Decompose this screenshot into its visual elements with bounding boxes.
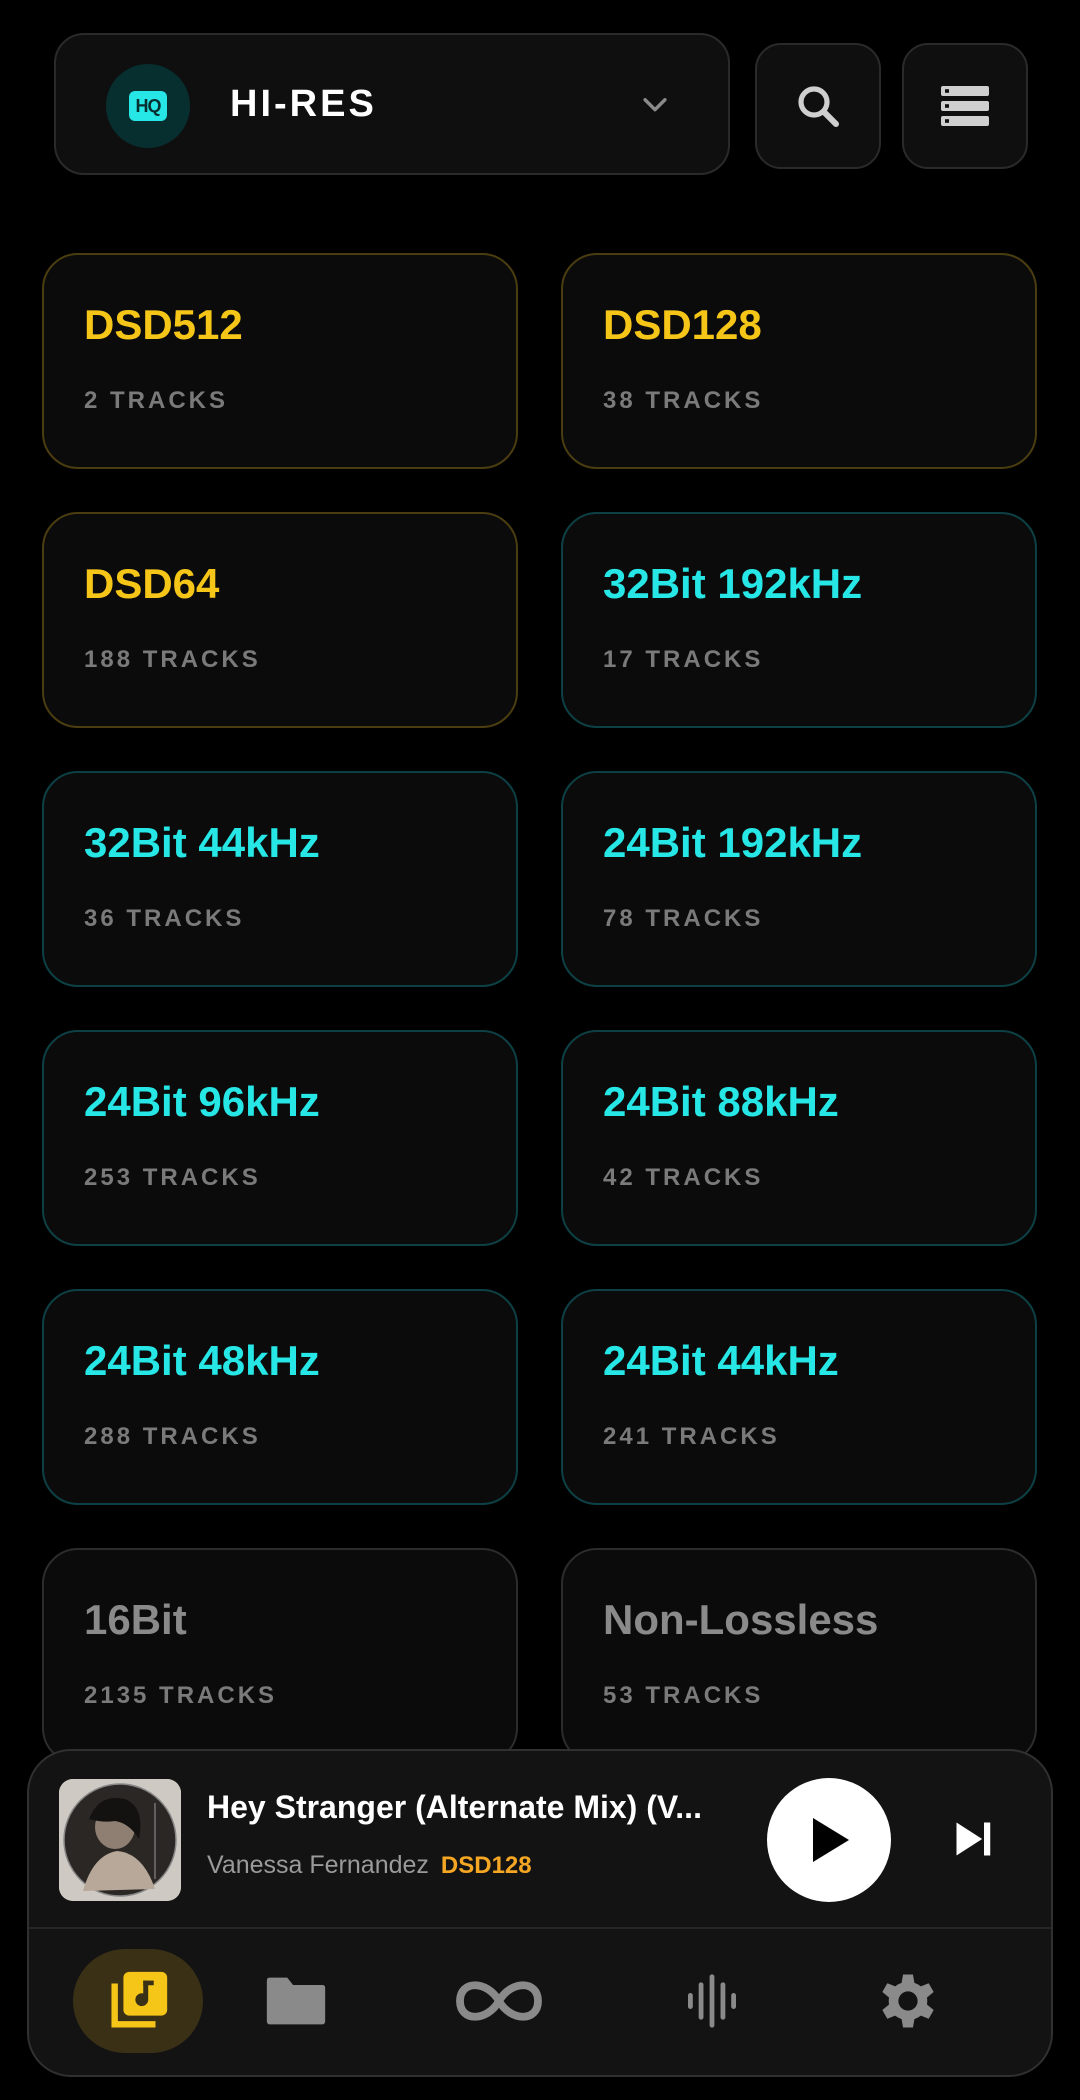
- category-tile-24bit-44khz[interactable]: 24Bit 44kHz 241 TRACKS: [561, 1289, 1037, 1505]
- tile-track-count: 2135 TRACKS: [84, 1682, 278, 1709]
- settings-icon: [882, 1974, 934, 2028]
- tile-title: 16Bit: [84, 1596, 187, 1643]
- top-bar: HQ HI-RES: [0, 0, 1080, 200]
- track-title: Hey Stranger (Alternate Mix) (V...: [207, 1789, 702, 1825]
- category-tile-dsd64[interactable]: DSD64 188 TRACKS: [42, 512, 518, 728]
- nav-playlists[interactable]: [434, 1949, 564, 2053]
- mini-player: Hey Stranger (Alternate Mix) (V... Vanes…: [27, 1749, 1053, 2077]
- category-tile-16bit[interactable]: 16Bit 2135 TRACKS: [42, 1548, 518, 1764]
- hq-badge: HQ: [106, 64, 190, 148]
- tile-track-count: 241 TRACKS: [603, 1423, 780, 1450]
- hq-icon: HQ: [129, 91, 167, 121]
- nav-settings[interactable]: [843, 1949, 973, 2053]
- category-tile-24bit-192khz[interactable]: 24Bit 192kHz 78 TRACKS: [561, 771, 1037, 987]
- chevron-down-icon: [643, 98, 667, 112]
- library-icon: [111, 1971, 168, 2028]
- now-playing-bar[interactable]: Hey Stranger (Alternate Mix) (V... Vanes…: [29, 1751, 1051, 1927]
- format-badge: DSD128: [440, 1852, 532, 1879]
- view-mode-button[interactable]: [902, 43, 1028, 169]
- album-art-image: [59, 1779, 181, 1901]
- bottom-nav: [29, 1929, 1051, 2075]
- tile-title: DSD64: [84, 560, 220, 607]
- tile-title: DSD128: [603, 301, 762, 348]
- tile-track-count: 53 TRACKS: [603, 1682, 764, 1709]
- tile-title: DSD512: [84, 301, 243, 348]
- track-meta: Vanessa Fernandez DSD128: [207, 1851, 532, 1880]
- folder-icon: [266, 1977, 326, 2025]
- tile-track-count: 253 TRACKS: [84, 1164, 261, 1191]
- infinity-icon: [456, 1981, 542, 2021]
- list-view-icon: [941, 86, 989, 126]
- selector-title: HI-RES: [230, 83, 377, 125]
- next-track-button[interactable]: [945, 1811, 1001, 1867]
- tile-track-count: 188 TRACKS: [84, 646, 261, 673]
- category-tile-24bit-48khz[interactable]: 24Bit 48kHz 288 TRACKS: [42, 1289, 518, 1505]
- tile-track-count: 42 TRACKS: [603, 1164, 764, 1191]
- tile-title: Non-Lossless: [603, 1596, 879, 1643]
- search-icon: [798, 86, 839, 127]
- category-tile-24bit-88khz[interactable]: 24Bit 88kHz 42 TRACKS: [561, 1030, 1037, 1246]
- album-art: [59, 1779, 181, 1901]
- tile-title: 24Bit 88kHz: [603, 1078, 839, 1125]
- tile-title: 32Bit 192kHz: [603, 560, 863, 607]
- play-button[interactable]: [767, 1778, 891, 1902]
- tile-track-count: 288 TRACKS: [84, 1423, 261, 1450]
- tile-title: 24Bit 192kHz: [603, 819, 863, 866]
- tile-track-count: 17 TRACKS: [603, 646, 764, 673]
- tile-track-count: 2 TRACKS: [84, 387, 229, 414]
- tile-title: 32Bit 44kHz: [84, 819, 320, 866]
- nav-folders[interactable]: [231, 1949, 361, 2053]
- tile-track-count: 78 TRACKS: [603, 905, 764, 932]
- category-selector[interactable]: HQ HI-RES: [54, 33, 730, 175]
- tile-title: 24Bit 44kHz: [603, 1337, 839, 1384]
- category-tile-dsd512[interactable]: DSD512 2 TRACKS: [42, 253, 518, 469]
- category-tile-24bit-96khz[interactable]: 24Bit 96kHz 253 TRACKS: [42, 1030, 518, 1246]
- skip-next-icon: [956, 1822, 991, 1856]
- artist-name: Vanessa Fernandez: [207, 1851, 429, 1879]
- category-tile-32bit-44khz[interactable]: 32Bit 44kHz 36 TRACKS: [42, 771, 518, 987]
- tile-track-count: 36 TRACKS: [84, 905, 245, 932]
- category-tile-non-lossless[interactable]: Non-Lossless 53 TRACKS: [561, 1548, 1037, 1764]
- tile-title: 24Bit 48kHz: [84, 1337, 320, 1384]
- search-button[interactable]: [755, 43, 881, 169]
- category-tile-32bit-192khz[interactable]: 32Bit 192kHz 17 TRACKS: [561, 512, 1037, 728]
- category-tile-dsd128[interactable]: DSD128 38 TRACKS: [561, 253, 1037, 469]
- nav-visualizer[interactable]: [647, 1949, 777, 2053]
- tile-title: 24Bit 96kHz: [84, 1078, 320, 1125]
- play-icon: [813, 1818, 849, 1862]
- tile-track-count: 38 TRACKS: [603, 387, 764, 414]
- nav-library[interactable]: [73, 1949, 203, 2053]
- waveform-icon: [688, 1974, 736, 2028]
